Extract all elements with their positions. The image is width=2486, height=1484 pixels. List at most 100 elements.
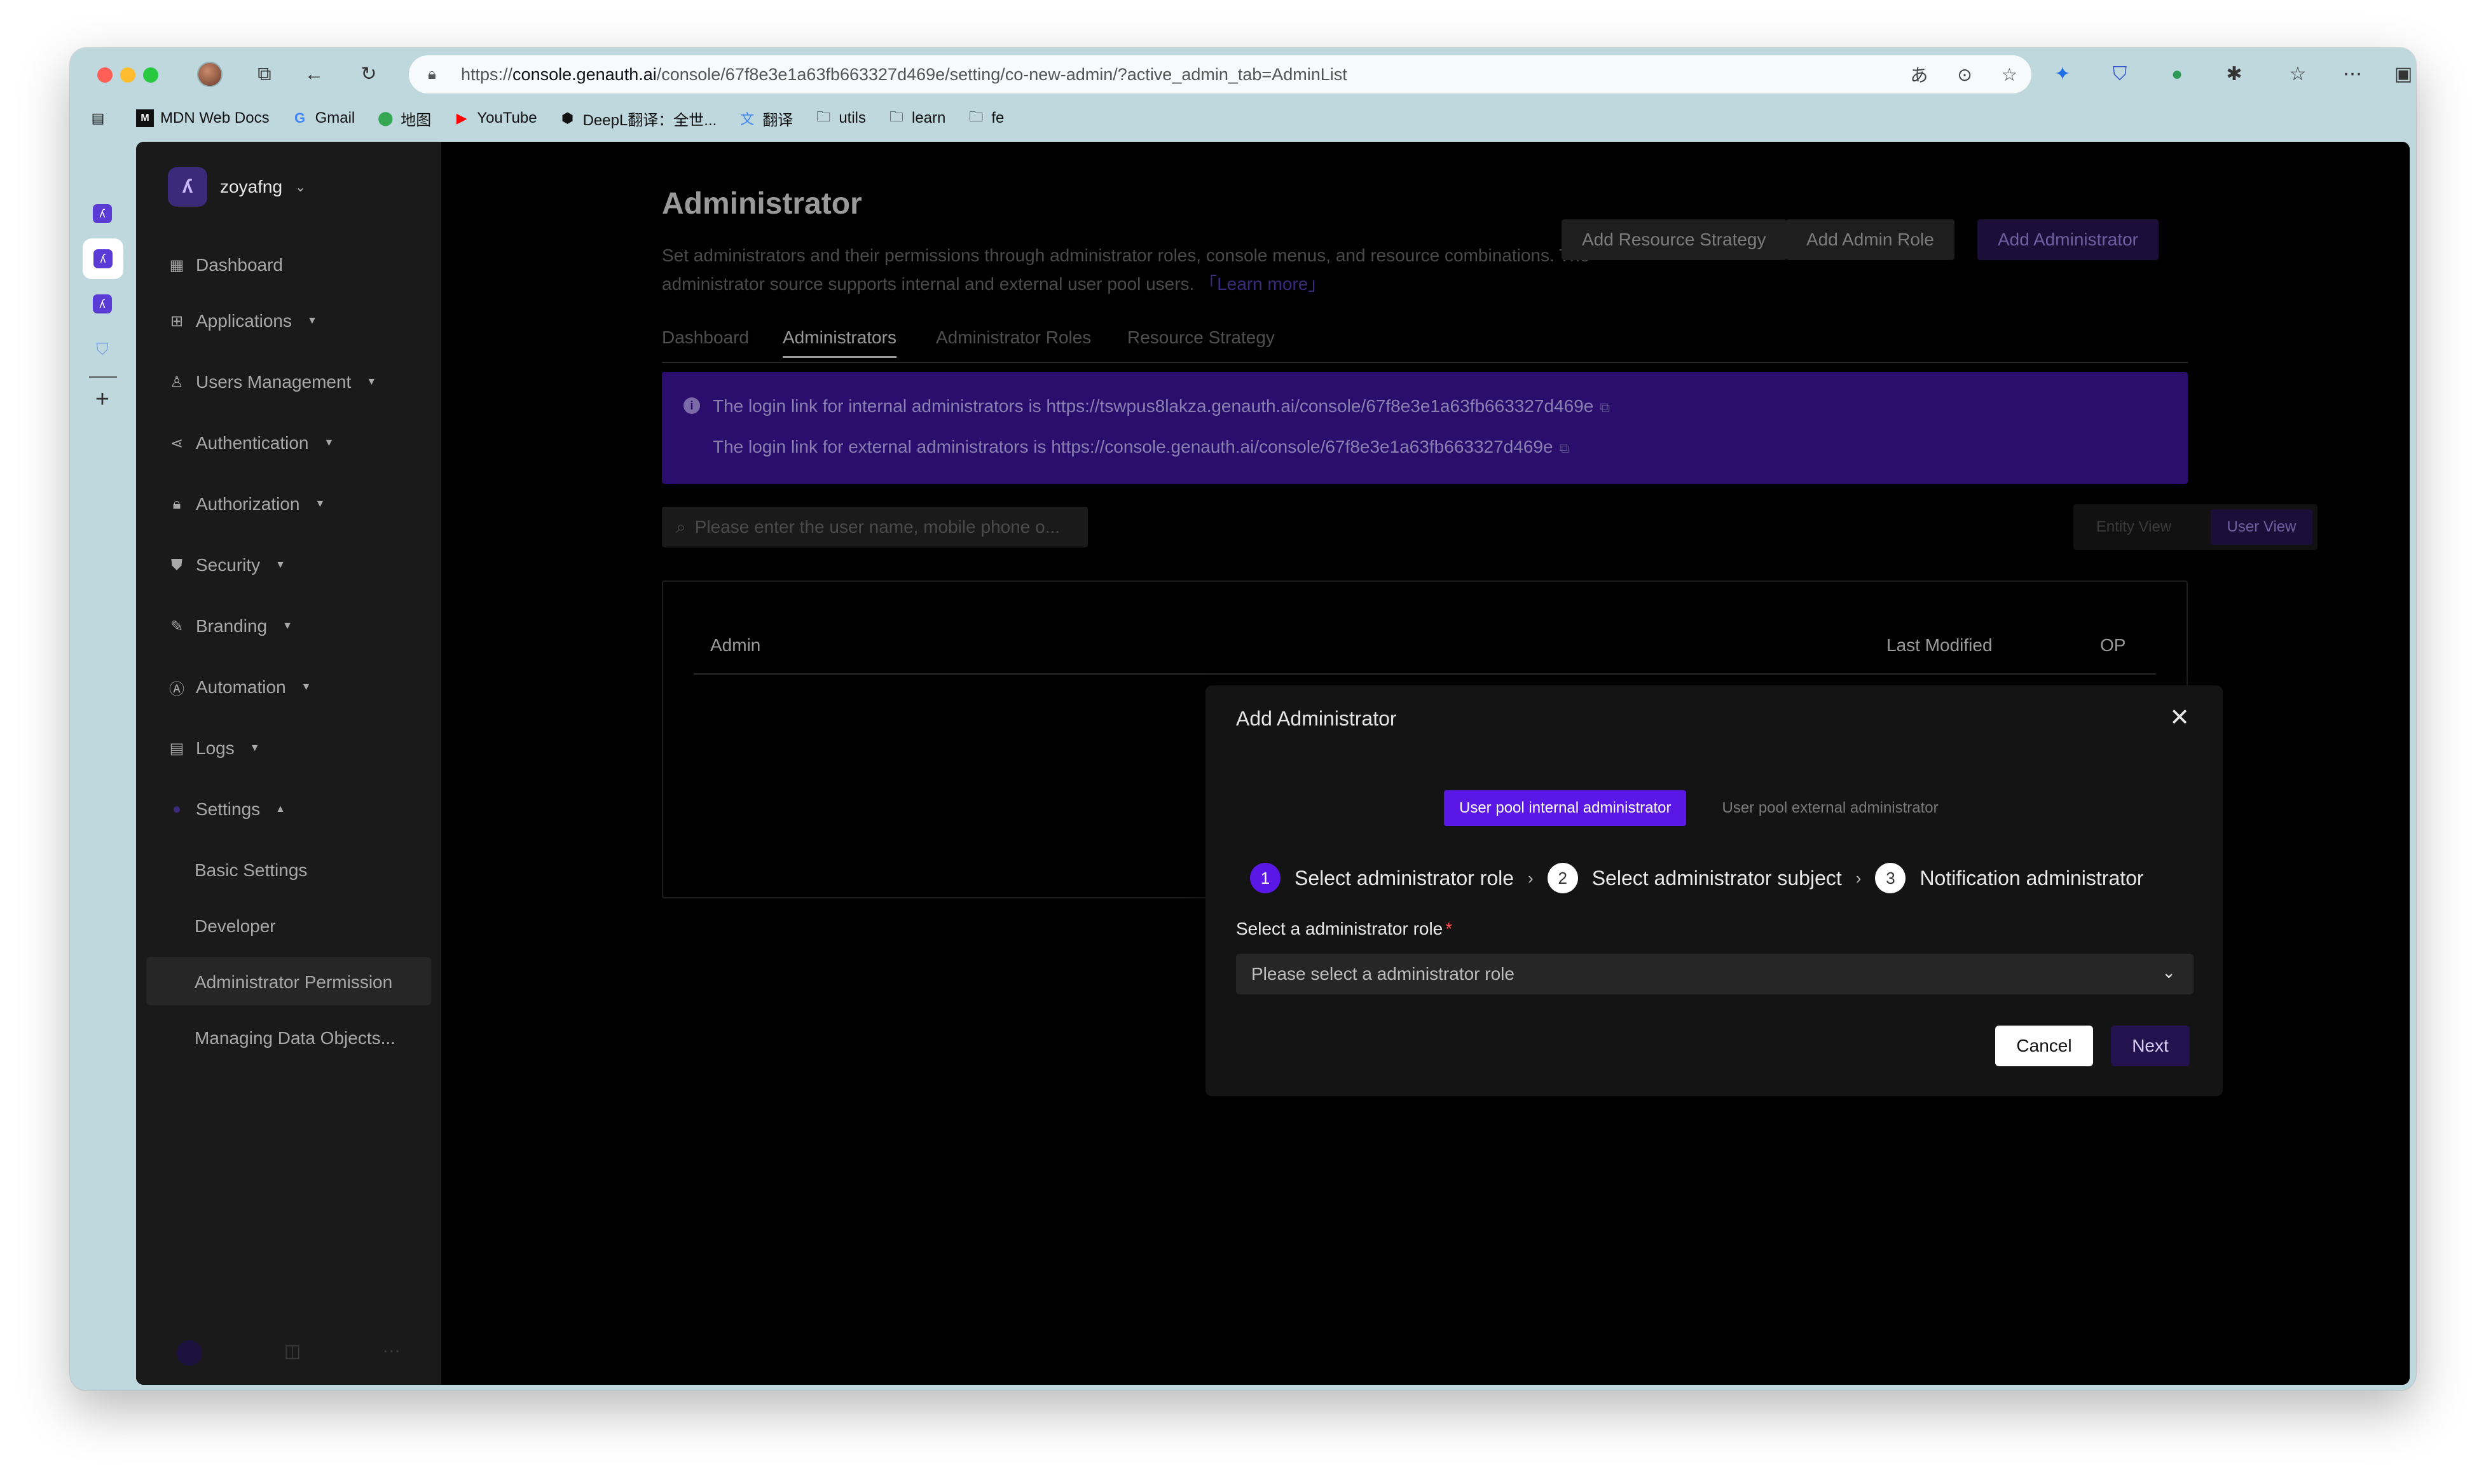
tab-external-administrator[interactable]: User pool external administrator xyxy=(1707,790,1953,826)
sidebar-subitem-basic-settings[interactable]: Basic Settings xyxy=(195,860,307,881)
tab-divider xyxy=(89,376,117,378)
view-toggle: Entity View User View xyxy=(2073,504,2318,550)
user-avatar-icon[interactable] xyxy=(177,1340,203,1366)
bookmark-utils[interactable]: 🗀 utils xyxy=(814,109,866,127)
favorite-star-icon[interactable]: ☆ xyxy=(2002,64,2017,85)
sidebar-item-label: Security xyxy=(196,555,261,575)
tab-administrator-roles[interactable]: Administrator Roles xyxy=(936,327,1091,348)
reload-icon[interactable]: ↻ xyxy=(354,59,384,90)
extension-shield-icon[interactable]: ⛉ xyxy=(2105,59,2135,90)
reader-icon[interactable]: ⊙ xyxy=(1957,64,1972,85)
sidebar-item-automation[interactable]: Ⓐ Automation ▼ xyxy=(168,677,311,698)
bookmark-gmail[interactable]: G Gmail xyxy=(291,109,355,127)
close-window-button[interactable] xyxy=(97,67,113,83)
add-resource-strategy-button[interactable]: Add Resource Strategy xyxy=(1562,219,1787,260)
bookmarks-bar: ▤ M MDN Web Docs G Gmail ⬤ 地图 ▶ YouTube ⬢ Dee… xyxy=(70,99,2416,138)
google-icon: G xyxy=(294,110,306,126)
info-icon: i xyxy=(683,397,700,414)
tab-administrators[interactable]: Administrators xyxy=(783,327,896,358)
sidebar-footer: ◫ ⋯ xyxy=(136,1340,441,1366)
search-icon: ⌕ xyxy=(676,516,686,537)
app-favicon-icon: ʎ xyxy=(93,294,112,313)
vertical-tab-3[interactable]: ʎ xyxy=(89,291,116,317)
learn-more-link[interactable]: 「Learn more」 xyxy=(1199,274,1326,294)
login-links-banner: i The login link for internal administra… xyxy=(662,372,2188,484)
new-tab-plus-icon[interactable]: + xyxy=(89,386,116,413)
sidebar-item-security[interactable]: ⛊ Security ▼ xyxy=(168,555,285,575)
vertical-tab-2-active[interactable]: ʎ xyxy=(83,238,123,279)
administrator-role-select[interactable]: Please select a administrator role ⌄ xyxy=(1236,954,2194,994)
bookmark-deepl[interactable]: ⬢ DeepL翻译：全世... xyxy=(559,107,717,130)
step-3-number: 3 xyxy=(1875,863,1906,893)
maximize-window-button[interactable] xyxy=(143,67,158,83)
sidebar-item-logs[interactable]: ▤ Logs ▼ xyxy=(168,738,260,759)
extension-green-icon[interactable]: ● xyxy=(2162,59,2192,90)
sidebar-item-dashboard[interactable]: ▦ Dashboard xyxy=(168,255,283,275)
back-icon[interactable]: ← xyxy=(299,59,329,90)
favorites-icon[interactable]: ☆ xyxy=(2283,59,2313,90)
bookmark-youtube[interactable]: ▶ YouTube xyxy=(453,109,537,127)
sidebar-item-label: Dashboard xyxy=(196,255,283,275)
required-mark: * xyxy=(1445,919,1453,938)
column-header-last-modified: Last Modified xyxy=(1886,635,1993,655)
tab-internal-administrator[interactable]: User pool internal administrator xyxy=(1444,790,1687,826)
sidebar-item-applications[interactable]: ⊞ Applications ▼ xyxy=(168,311,317,331)
caret-down-icon: ▼ xyxy=(315,498,326,509)
close-icon[interactable]: ✕ xyxy=(2167,704,2192,731)
sidebar-item-branding[interactable]: ✎ Branding ▼ xyxy=(168,616,292,636)
bookmark-learn[interactable]: 🗀 learn xyxy=(888,109,945,127)
main-content: Administrator Set administrators and the… xyxy=(441,142,2410,1385)
more-menu-icon[interactable]: ⋯ xyxy=(2337,59,2368,90)
tab-actions-icon[interactable]: ⧉ xyxy=(249,59,280,90)
search-input[interactable]: ⌕ Please enter the user name, mobile pho… xyxy=(662,507,1088,547)
wizard-steps: 1 Select administrator role › 2 Select a… xyxy=(1250,863,2144,893)
entity-view-option[interactable]: Entity View xyxy=(2073,509,2194,545)
bookmark-fe[interactable]: 🗀 fe xyxy=(967,109,1004,127)
sidebar-item-label: Logs xyxy=(196,738,235,758)
address-bar[interactable]: 🔒︎ https://console.genauth.ai/console/67… xyxy=(409,55,2031,93)
sidebar-item-label: Authentication xyxy=(196,433,309,453)
org-switcher[interactable]: ʎ zoyafng ⌄ xyxy=(168,167,306,207)
sidebar-subitem-developer[interactable]: Developer xyxy=(195,916,276,937)
sidebar-toggle-icon[interactable]: ▣ xyxy=(2391,59,2416,90)
app-favicon-icon: ʎ xyxy=(93,249,113,268)
minimize-window-button[interactable] xyxy=(120,67,135,83)
translate-page-icon[interactable]: あ xyxy=(1910,62,1928,87)
bookmark-maps[interactable]: ⬤ 地图 xyxy=(376,107,431,130)
modal-title: Add Administrator xyxy=(1236,707,1397,730)
more-options-icon[interactable]: ⋯ xyxy=(383,1340,401,1366)
profile-avatar-icon[interactable] xyxy=(195,59,225,90)
sidebar-subitem-administrator-permission[interactable]: Administrator Permission xyxy=(195,972,392,993)
tab-dashboard[interactable]: Dashboard xyxy=(662,327,749,348)
vertical-tabs-toggle-icon[interactable]: ▤ xyxy=(89,109,107,127)
next-button[interactable]: Next xyxy=(2111,1026,2190,1066)
copy-icon[interactable]: ⧉ xyxy=(1560,440,1570,456)
sidebar-subitem-managing-data-objects[interactable]: Managing Data Objects... xyxy=(195,1028,395,1048)
chevron-right-icon: › xyxy=(1855,868,1862,888)
chevron-right-icon: › xyxy=(1528,868,1534,888)
vertical-tab-shield-icon[interactable]: ⛉ xyxy=(89,336,116,363)
extensions-puzzle-icon[interactable]: ✱ xyxy=(2219,59,2249,90)
collapse-sidebar-icon[interactable]: ◫ xyxy=(284,1340,301,1366)
user-view-option[interactable]: User View xyxy=(2211,509,2312,545)
tab-resource-strategy[interactable]: Resource Strategy xyxy=(1127,327,1275,348)
vertical-tab-1[interactable]: ʎ xyxy=(89,200,116,227)
extension-1-icon[interactable]: ✦ xyxy=(2047,59,2078,90)
address-url[interactable]: https://console.genauth.ai/console/67f8e… xyxy=(461,65,1347,85)
caret-up-icon: ▲ xyxy=(275,804,286,814)
apps-icon: ⊞ xyxy=(170,312,184,330)
copy-icon[interactable]: ⧉ xyxy=(1600,399,1610,415)
add-administrator-button[interactable]: Add Administrator xyxy=(1977,219,2159,260)
sidebar-item-authorization[interactable]: 🔒︎ Authorization ▼ xyxy=(168,494,326,514)
sidebar-item-settings[interactable]: ● Settings ▲ xyxy=(168,799,285,820)
bookmark-mdn[interactable]: M MDN Web Docs xyxy=(136,109,270,127)
chevron-down-icon: ⌄ xyxy=(295,180,306,195)
bookmark-translate[interactable]: 文翻译 xyxy=(738,107,793,130)
page-description: Set administrators and their permissions… xyxy=(662,245,1590,294)
cancel-button[interactable]: Cancel xyxy=(1995,1026,2093,1066)
sidebar-item-users-management[interactable]: ♙ Users Management ▼ xyxy=(168,372,376,392)
add-admin-role-button[interactable]: Add Admin Role xyxy=(1786,219,1954,260)
step-1-number: 1 xyxy=(1250,863,1281,893)
caret-down-icon: ▼ xyxy=(275,560,285,570)
sidebar-item-authentication[interactable]: ⋖ Authentication ▼ xyxy=(168,433,334,453)
